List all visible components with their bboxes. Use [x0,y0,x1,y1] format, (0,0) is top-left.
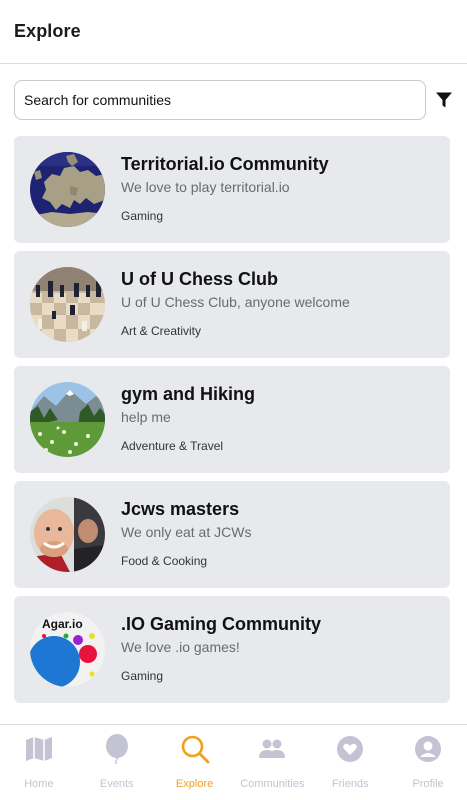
community-name: Territorial.io Community [121,154,329,174]
community-description: We love to play territorial.io [121,179,290,195]
community-description: We only eat at JCWs [121,524,252,540]
tab-communities[interactable]: Communities [233,725,311,800]
tab-explore[interactable]: Explore [156,725,234,800]
user-icon [413,734,443,764]
community-category: Gaming [121,669,164,683]
community-name: .IO Gaming Community [121,614,322,634]
community-category: Adventure & Travel [121,439,224,453]
tab-label: Communities [240,778,305,790]
tab-friends[interactable]: Friends [311,725,389,800]
community-category: Food & Cooking [121,554,208,568]
community-avatar-mountain-meadow [30,382,105,457]
balloon-icon [102,734,132,764]
community-avatar-agar-io-logo: Agar.io [30,612,105,687]
community-category: Art & Creativity [121,324,202,338]
community-name: Jcws masters [121,499,240,519]
community-name: gym and Hiking [121,384,256,404]
community-avatar-person-selfie [30,497,105,572]
community-category: Gaming [121,209,164,223]
people-icon [257,734,287,764]
community-card[interactable]: U of U Chess Club U of U Chess Club, any… [14,251,450,358]
community-name: U of U Chess Club [121,269,279,289]
tab-profile[interactable]: Profile [389,725,467,800]
search-row: Search for communities [14,80,453,120]
tab-events[interactable]: Events [78,725,156,800]
tab-label: Friends [331,778,369,790]
community-description: We love .io games! [121,639,240,655]
tab-home[interactable]: Home [0,725,78,800]
community-card[interactable]: Territorial.io Community We love to play… [14,136,450,243]
search-input[interactable]: Search for communities [14,80,426,120]
community-card[interactable]: gym and Hiking help me Adventure & Trave… [14,366,450,473]
map-icon [24,734,54,764]
app-header: Explore [0,0,467,64]
search-icon [180,734,210,764]
tab-label: Explore [175,778,214,790]
community-list: Territorial.io Community We love to play… [14,136,450,711]
tab-label: Events [99,778,134,790]
filter-icon[interactable] [435,91,453,109]
community-description: U of U Chess Club, anyone welcome [121,294,350,310]
community-card[interactable]: Jcws masters We only eat at JCWs Food & … [14,481,450,588]
tab-label: Home [24,778,54,790]
tab-label: Profile [412,778,444,790]
community-avatar-chess-board [30,267,105,342]
community-card[interactable]: Agar.io .IO Gaming Community We love .io… [14,596,450,703]
svg-text:Agar.io: Agar.io [42,617,83,631]
community-description: help me [121,409,171,425]
page-title: Explore [14,21,81,41]
heart-icon [335,734,365,764]
bottom-tab-bar: Home Events Explore Communities Friends … [0,724,467,800]
community-avatar-europe-map [30,152,105,227]
